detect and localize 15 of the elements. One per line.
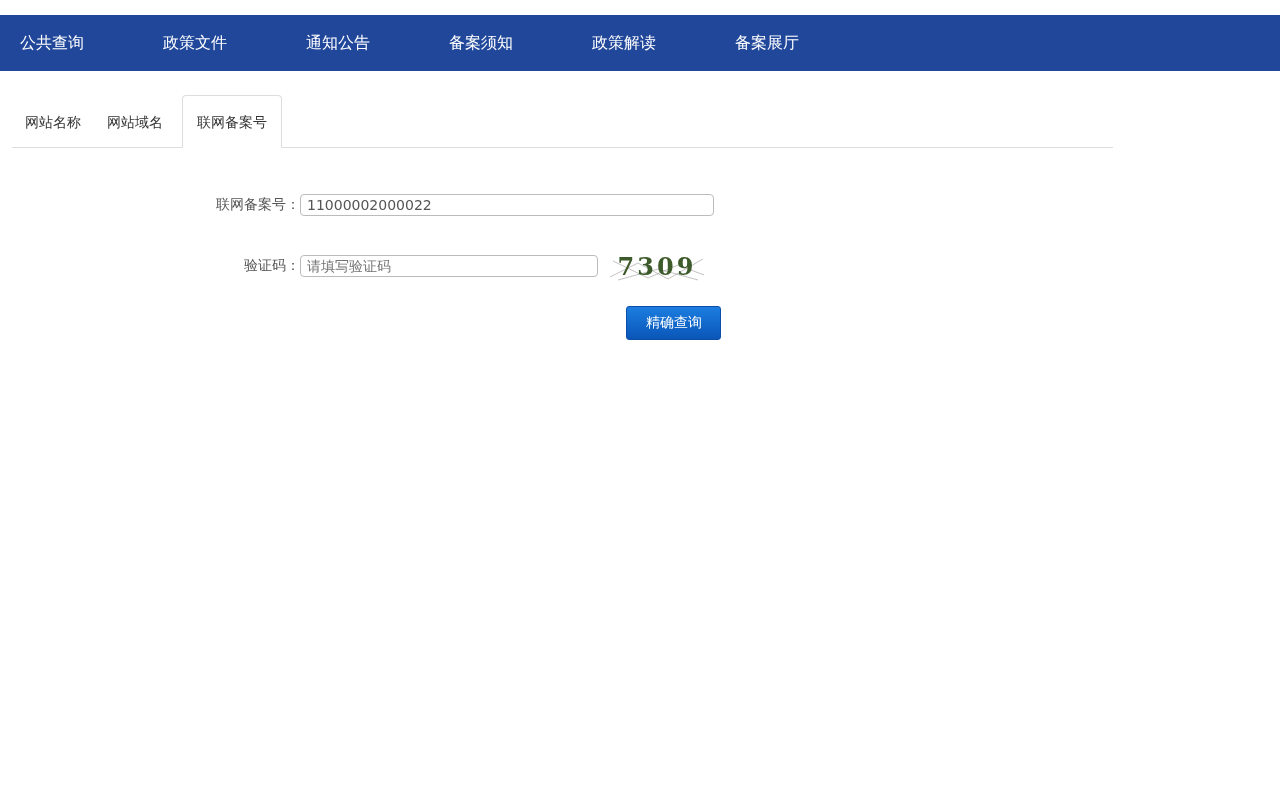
tab[interactable]: 网站名称 xyxy=(12,95,94,148)
field-label: 联网备案号： xyxy=(215,196,300,214)
tab[interactable]: 网站域名 xyxy=(94,95,176,148)
nav-link[interactable]: 备案展厅 xyxy=(735,32,878,54)
field-label: 验证码： xyxy=(243,257,300,275)
exact-search-button[interactable]: 精确查询 xyxy=(626,306,721,340)
record-number-field[interactable]: 11000002000022 xyxy=(300,194,714,216)
nav-link[interactable]: 通知公告 xyxy=(306,32,449,54)
nav-link[interactable]: 政策解读 xyxy=(592,32,735,54)
nav-link[interactable]: 备案须知 xyxy=(449,32,592,54)
captcha-field[interactable]: 请填写验证码 xyxy=(300,255,598,277)
nav-link[interactable]: 政策文件 xyxy=(163,32,306,54)
tab[interactable]: 联网备案号 xyxy=(182,95,282,148)
nav-link[interactable]: 公共查询 xyxy=(20,32,163,54)
captcha-image[interactable]: 7309 xyxy=(608,251,706,281)
